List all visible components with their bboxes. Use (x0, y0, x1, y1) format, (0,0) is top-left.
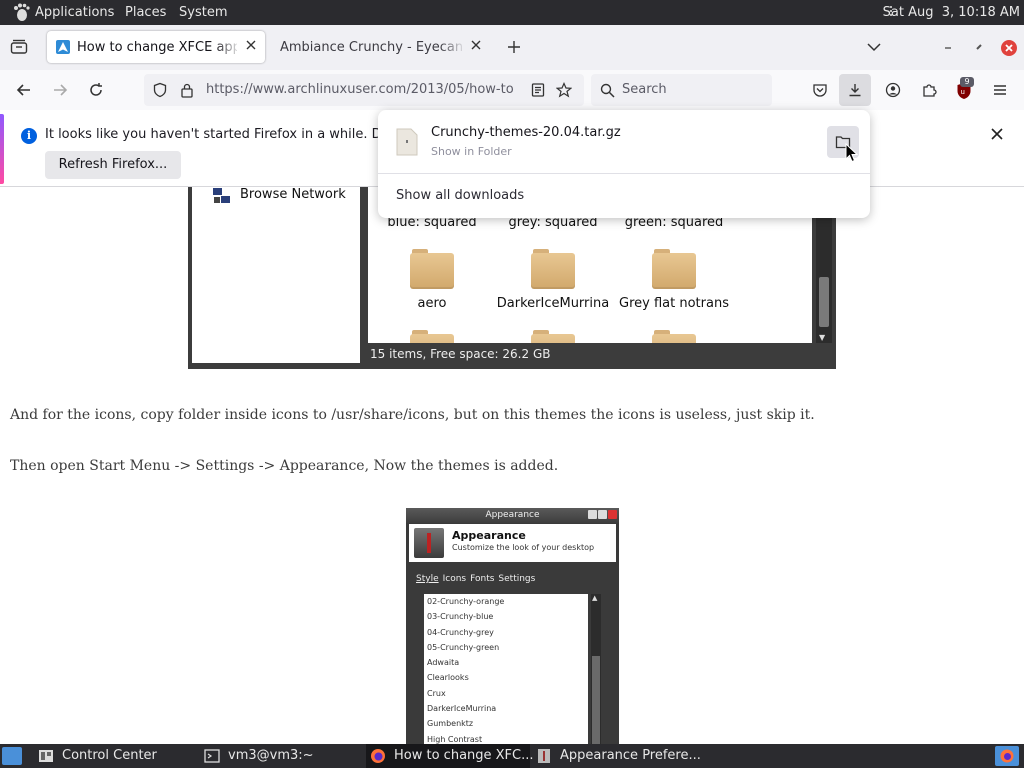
notification-message: It looks like you haven't started Firefo… (45, 127, 418, 142)
chevron-down-icon[interactable] (866, 40, 882, 54)
folder-icon (652, 249, 696, 289)
folder-label: DarkerIceMurrina (496, 296, 610, 311)
page-content: Browse Network blue: squared grey: squar… (0, 187, 1024, 744)
svg-text:u: u (961, 88, 965, 96)
back-arrow-icon[interactable] (15, 81, 33, 99)
theme-list: 02-Crunchy-orange 03-Crunchy-blue 04-Cru… (424, 594, 588, 744)
extensions-puzzle-icon[interactable] (921, 82, 937, 98)
theme-list-scrollbar: ▲ (591, 594, 601, 744)
taskbar: Control Center vm3@vm3:~ How to change X… (0, 744, 1024, 768)
maximize-icon[interactable] (972, 40, 986, 54)
tab-bar: How to change XFCE appearance Ambiance C… (0, 25, 1024, 70)
new-tab-icon[interactable] (506, 39, 522, 55)
archlinux-favicon-icon (56, 40, 70, 54)
top-panel: Applications Places System Sat Aug 3, 10… (0, 0, 1024, 25)
clock[interactable]: Sat Aug 3, 10:18 AM (883, 5, 1020, 20)
lock-icon[interactable] (180, 82, 194, 98)
appearance-dialog-screenshot: Appearance Appearance Customize the look… (406, 508, 619, 744)
article-paragraph: And for the icons, copy folder inside ic… (10, 407, 815, 423)
appearance-tabs: Style Icons Fonts Settings (416, 574, 536, 584)
folder-icon (410, 330, 454, 343)
tracking-shield-icon[interactable] (152, 82, 168, 98)
minimize-icon[interactable] (941, 40, 955, 54)
url-text[interactable]: https://www.archlinuxuser.com/2013/05/ho… (206, 82, 514, 97)
folder-icon (652, 330, 696, 343)
show-all-downloads-link[interactable]: Show all downloads (396, 188, 524, 203)
workspace-switcher[interactable] (995, 746, 1019, 766)
info-icon: i (21, 128, 37, 144)
downloads-button[interactable] (839, 74, 871, 106)
browse-network-label: Browse Network (240, 187, 346, 202)
article-paragraph: Then open Start Menu -> Settings -> Appe… (10, 458, 559, 474)
task-terminal[interactable]: vm3@vm3:~ (200, 744, 362, 768)
refresh-firefox-button[interactable]: Refresh Firefox... (45, 151, 181, 179)
tabs-overview-icon[interactable] (10, 39, 28, 55)
task-firefox[interactable]: How to change XFC... (366, 744, 534, 768)
pocket-icon[interactable] (812, 82, 828, 98)
folder-icon (410, 249, 454, 289)
close-icon (1005, 44, 1013, 52)
file-manager-status: 15 items, Free space: 26.2 GB (370, 347, 551, 361)
search-placeholder: Search (622, 82, 667, 97)
folder-label: aero (417, 296, 447, 311)
firefox-icon (1000, 749, 1014, 763)
close-tab-icon[interactable] (468, 37, 484, 53)
appearance-header: Appearance Customize the look of your de… (409, 524, 616, 562)
hamburger-menu-icon[interactable] (992, 82, 1008, 98)
forward-arrow-icon[interactable] (51, 81, 69, 99)
appearance-icon (538, 749, 550, 763)
close-icon[interactable] (989, 126, 1005, 142)
file-manager-sidebar: Browse Network (192, 187, 360, 363)
search-icon (600, 83, 615, 98)
applications-menu[interactable]: Applications (35, 5, 114, 20)
scroll-down-arrow-icon: ▼ (819, 333, 826, 342)
task-appearance-preferences[interactable]: Appearance Prefere... (532, 744, 702, 768)
gnome-foot-icon[interactable] (12, 3, 30, 22)
reload-icon[interactable] (87, 81, 105, 99)
folder-icon (531, 249, 575, 289)
folder-label: Grey flat notrans (619, 296, 729, 311)
task-control-center[interactable]: Control Center (34, 744, 194, 768)
search-bar[interactable]: Search (591, 74, 772, 106)
tab-title: Ambiance Crunchy - Eyecandy for your XFC… (280, 40, 462, 55)
folder-icon (531, 330, 575, 343)
download-arrow-icon (849, 84, 861, 97)
download-status: Show in Folder (431, 145, 512, 158)
downloads-panel: Crunchy-themes-20.04.tar.gz Show in Fold… (378, 110, 870, 218)
close-tab-icon[interactable] (243, 37, 259, 53)
tab-ambiance-crunchy[interactable]: Ambiance Crunchy - Eyecandy for your XFC… (270, 31, 490, 63)
download-file-name[interactable]: Crunchy-themes-20.04.tar.gz (431, 125, 621, 140)
ublock-count-badge: 9 (960, 77, 974, 87)
appearance-tie-icon (414, 528, 444, 558)
network-icon (213, 188, 230, 203)
terminal-icon (204, 749, 220, 763)
archive-file-icon (396, 128, 418, 156)
appearance-window-title: Appearance (406, 508, 619, 523)
tab-how-to-change-xfce[interactable]: How to change XFCE appearance (47, 31, 265, 63)
mouse-cursor-icon (845, 143, 858, 163)
control-center-icon (39, 750, 53, 762)
show-desktop-button[interactable] (2, 747, 22, 765)
bookmark-star-icon[interactable] (556, 82, 572, 98)
system-menu[interactable]: System (179, 5, 227, 20)
window-close-button[interactable] (1001, 40, 1017, 56)
places-menu[interactable]: Places (125, 5, 166, 20)
tab-title: How to change XFCE appearance (77, 40, 237, 55)
url-bar[interactable]: https://www.archlinuxuser.com/2013/05/ho… (144, 74, 584, 106)
firefox-icon (371, 749, 385, 763)
divider (378, 173, 870, 174)
reader-view-icon[interactable] (530, 82, 546, 98)
account-icon[interactable] (885, 82, 901, 98)
